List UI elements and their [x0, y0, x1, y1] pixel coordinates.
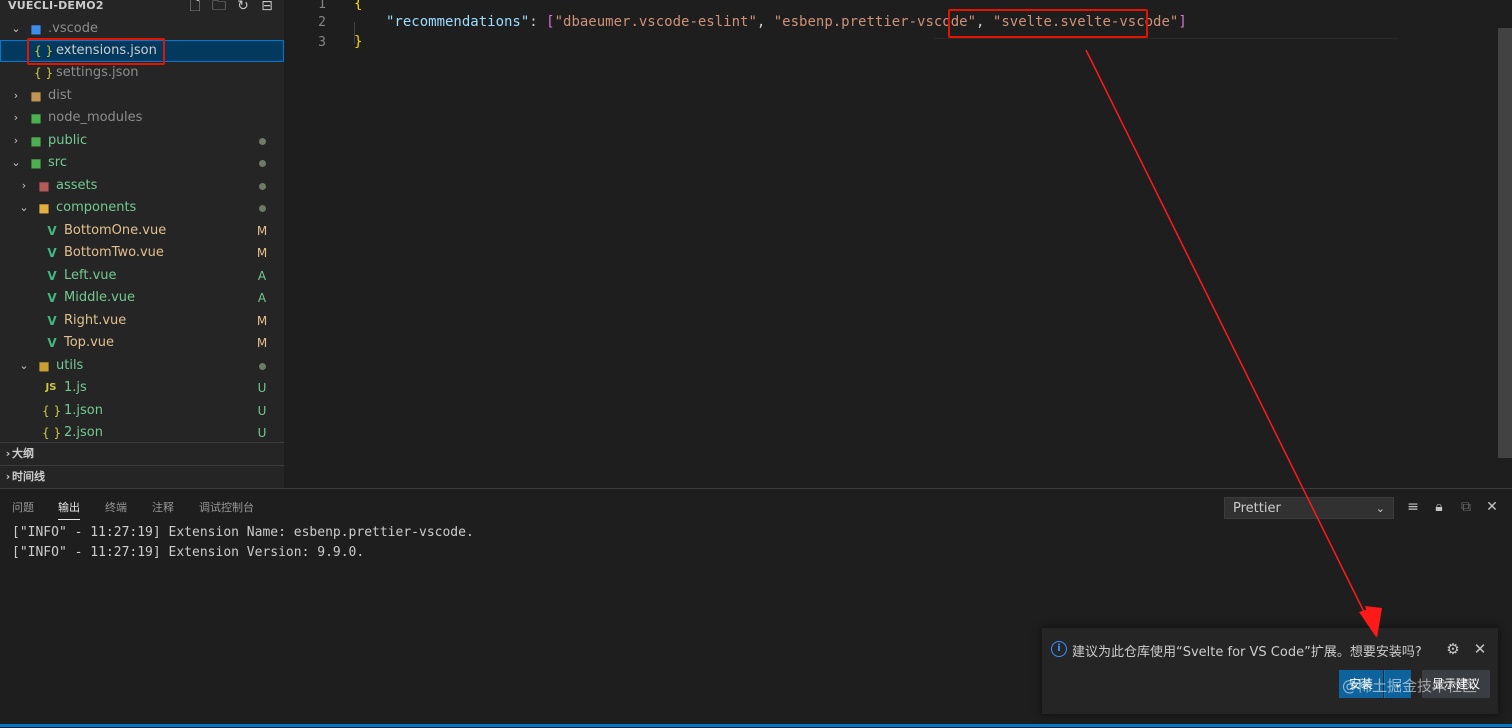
annotation-arrow [1085, 49, 1382, 638]
arrow-line [1085, 49, 1371, 625]
